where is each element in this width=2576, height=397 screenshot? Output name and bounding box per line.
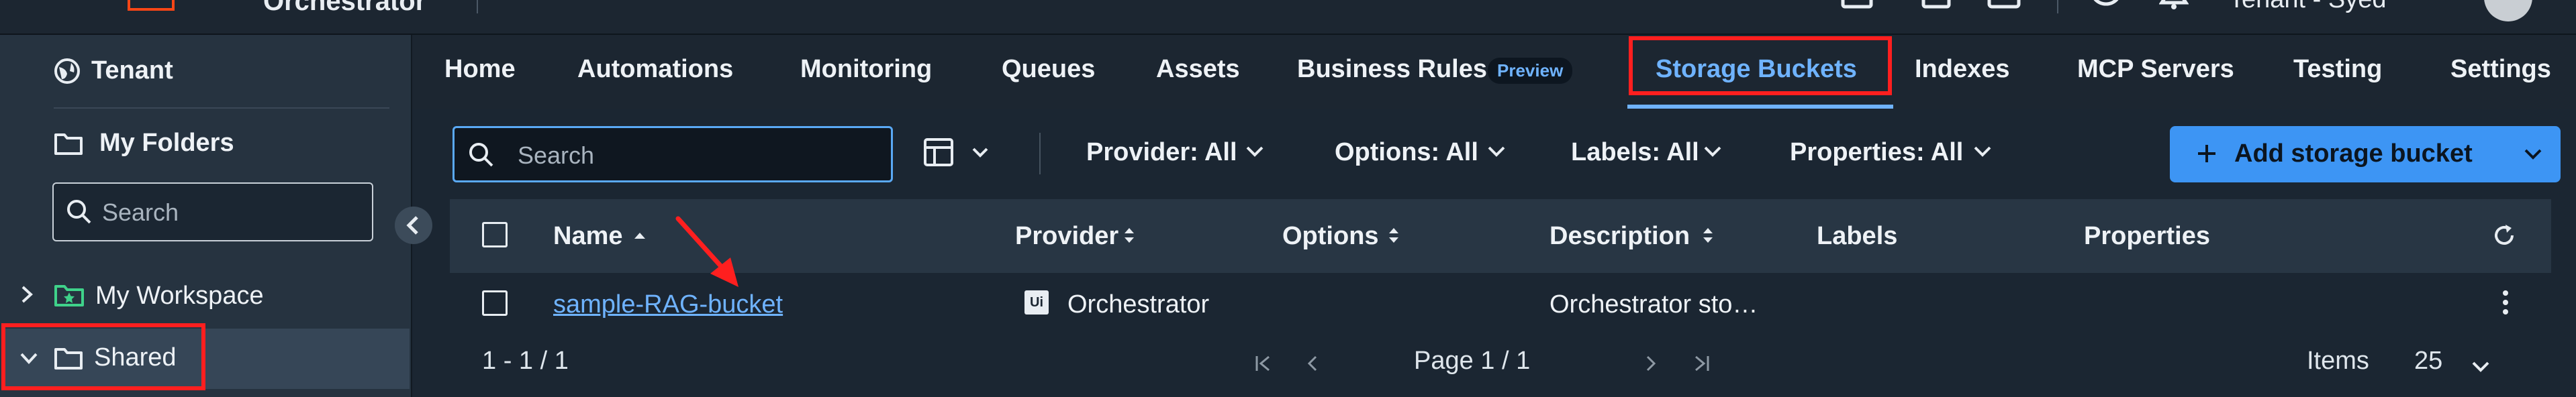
options-filter[interactable]: Options: All — [1335, 138, 1478, 167]
header-divider — [477, 0, 478, 13]
page-indicator: Page 1 / 1 — [1414, 347, 1531, 375]
robot-icon[interactable] — [1987, 0, 2021, 11]
table-header: Name Provider Options Description Labels… — [450, 199, 2551, 274]
header-divider — [2057, 0, 2058, 13]
annotation-arrow-icon — [671, 213, 745, 292]
toolbar-divider — [1039, 133, 1041, 174]
provider-filter-label: Provider: All — [1086, 138, 1237, 166]
preview-badge: Preview — [1488, 58, 1573, 84]
page-size-select[interactable]: 25 — [2414, 347, 2442, 376]
table-row[interactable]: sample-RAG-bucket Ui Orchestrator Orches… — [450, 273, 2551, 335]
globe-icon — [54, 58, 81, 84]
sort-ascending-icon[interactable] — [632, 230, 647, 241]
folder-sidebar: Tenant My Folders Search My Workspace Sh… — [0, 35, 412, 397]
tab-business-rules[interactable]: Business Rules — [1297, 55, 1487, 84]
options-filter-label: Options: All — [1335, 138, 1478, 166]
sort-icon[interactable] — [1123, 226, 1136, 245]
sidebar-divider — [54, 107, 389, 109]
tab-automations[interactable]: Automations — [577, 55, 733, 84]
tab-queues[interactable]: Queues — [1002, 55, 1095, 84]
app-header: Orchestrator Tenant - Syed — [0, 0, 2576, 35]
notifications-icon[interactable] — [2159, 0, 2189, 12]
last-page-icon[interactable] — [1692, 353, 1712, 374]
storage-buckets-highlight — [1629, 36, 1892, 95]
next-page-icon[interactable] — [1642, 353, 1660, 374]
row-actions-icon[interactable] — [2501, 289, 2510, 316]
provider-cell: Orchestrator — [1067, 290, 1210, 319]
user-avatar[interactable] — [2484, 0, 2532, 21]
column-header-labels: Labels — [1817, 222, 1898, 250]
chevron-right-icon[interactable] — [19, 284, 35, 304]
tab-home[interactable]: Home — [444, 55, 516, 84]
clipboard-icon[interactable] — [1921, 0, 1951, 11]
folder-search-input[interactable]: Search — [52, 182, 373, 241]
chevron-down-icon — [1486, 144, 1507, 160]
back-icon[interactable] — [1786, 0, 1806, 8]
column-header-description[interactable]: Description — [1549, 222, 1690, 251]
chevron-down-icon[interactable] — [2471, 359, 2491, 375]
my-folders-heading[interactable]: My Folders — [99, 129, 234, 158]
column-header-name[interactable]: Name — [553, 222, 623, 251]
labels-filter-label: Labels: All — [1571, 138, 1699, 166]
sidebar-item-my-workspace[interactable]: My Workspace — [95, 282, 264, 310]
collapse-sidebar-button[interactable] — [395, 207, 432, 244]
uipath-logo — [128, 0, 175, 11]
column-header-provider[interactable]: Provider — [1015, 222, 1118, 251]
chevron-left-icon — [404, 215, 423, 236]
tenant-label[interactable]: Tenant — [91, 56, 173, 85]
orchestrator-provider-icon: Ui — [1024, 290, 1049, 315]
main-tabs: Home Automations Monitoring Queues Asset… — [412, 35, 2576, 110]
search-icon — [66, 198, 93, 225]
product-name: Orchestrator — [263, 0, 426, 16]
bucket-name-link[interactable]: sample-RAG-bucket — [553, 290, 783, 319]
tab-indexes[interactable]: Indexes — [1915, 55, 2010, 84]
previous-page-icon[interactable] — [1304, 353, 1321, 374]
search-placeholder: Search — [518, 141, 595, 169]
column-picker-button[interactable] — [922, 137, 996, 169]
chevron-down-icon — [2523, 146, 2543, 162]
add-storage-bucket-button[interactable]: Add storage bucket — [2170, 126, 2561, 182]
tab-settings[interactable]: Settings — [2450, 55, 2551, 84]
dashboard-icon[interactable] — [1841, 0, 1873, 11]
sort-icon[interactable] — [1701, 226, 1715, 245]
workspace-folder-icon — [54, 283, 85, 307]
column-header-properties: Properties — [2084, 222, 2210, 250]
chevron-down-icon — [1703, 144, 1723, 160]
range-label: 1 - 1 / 1 — [482, 347, 569, 375]
tab-assets[interactable]: Assets — [1156, 55, 1240, 84]
select-all-checkbox[interactable] — [482, 222, 508, 247]
tenant-switcher[interactable]: Tenant - Syed — [2229, 0, 2386, 14]
sort-icon[interactable] — [1387, 226, 1400, 245]
folder-search-placeholder: Search — [102, 198, 179, 226]
tab-testing[interactable]: Testing — [2293, 55, 2382, 84]
pagination-bar: 1 - 1 / 1 Page 1 / 1 Items 25 — [450, 333, 2551, 397]
column-header-options[interactable]: Options — [1282, 222, 1379, 251]
description-cell: Orchestrator sto… — [1549, 290, 1758, 319]
refresh-icon[interactable] — [2491, 222, 2518, 249]
toolbar: Search Provider: All Options: All Labels… — [412, 109, 2576, 199]
app-launcher-icon[interactable] — [55, 0, 85, 9]
labels-filter[interactable]: Labels: All — [1571, 138, 1699, 167]
search-input[interactable]: Search — [452, 126, 893, 182]
shared-folder-highlight — [1, 323, 205, 390]
tab-mcp-servers[interactable]: MCP Servers — [2077, 55, 2234, 84]
search-icon — [468, 141, 495, 168]
properties-filter[interactable]: Properties: All — [1790, 138, 1963, 167]
properties-filter-label: Properties: All — [1790, 138, 1964, 166]
provider-filter[interactable]: Provider: All — [1086, 138, 1237, 167]
tab-monitoring[interactable]: Monitoring — [800, 55, 932, 84]
first-page-icon[interactable] — [1253, 353, 1273, 374]
items-label: Items — [2307, 347, 2369, 375]
add-storage-bucket-label: Add storage bucket — [2234, 139, 2473, 168]
chevron-down-icon — [1245, 144, 1265, 160]
folder-icon — [54, 131, 83, 156]
chevron-down-icon — [1972, 144, 1993, 160]
plus-icon — [2195, 142, 2218, 165]
help-icon[interactable] — [2089, 0, 2123, 12]
row-checkbox[interactable] — [482, 290, 508, 316]
